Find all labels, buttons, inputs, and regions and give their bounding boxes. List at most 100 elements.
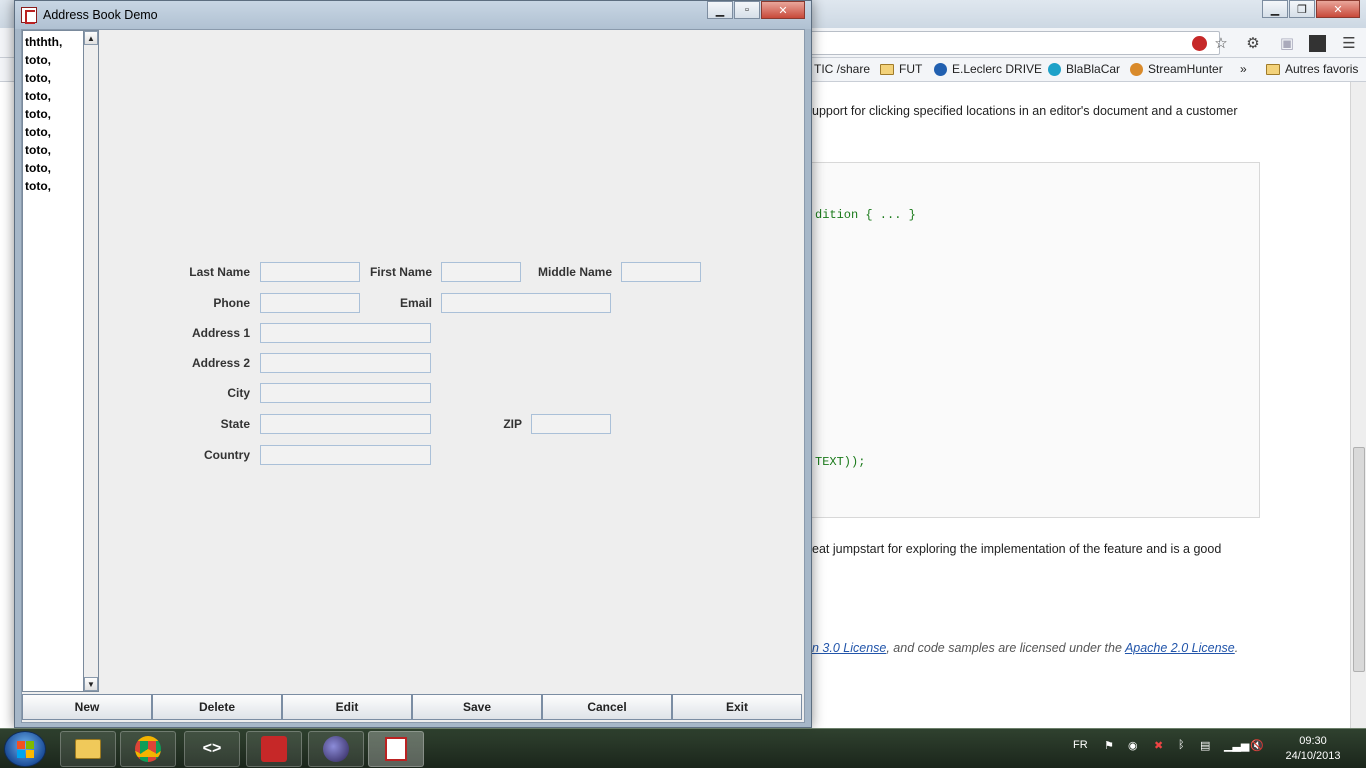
edit-button[interactable]: Edit	[282, 694, 412, 720]
address1-label: Address 1	[191, 326, 250, 340]
streamhunter-icon	[1130, 62, 1143, 76]
list-item[interactable]: toto,	[25, 125, 51, 139]
phone-label: Phone	[213, 296, 250, 310]
app-title: Address Book Demo	[43, 8, 158, 22]
new-button[interactable]: New	[22, 694, 152, 720]
settings-gear-icon[interactable]: ⚙	[1242, 32, 1264, 54]
save-button[interactable]: Save	[412, 694, 542, 720]
scroll-up-arrow-icon[interactable]: ▲	[84, 31, 98, 45]
middle-name-field[interactable]	[621, 262, 701, 282]
app-minimize-button[interactable]: ▁	[707, 1, 733, 19]
language-indicator[interactable]: FR	[1073, 739, 1088, 751]
bookmark-fut[interactable]: FUT	[880, 62, 922, 76]
page-scrollbar[interactable]	[1350, 82, 1366, 728]
tray-network-alert-icon[interactable]: ✖	[1154, 739, 1163, 752]
list-item[interactable]: toto,	[25, 107, 51, 121]
list-item[interactable]: toto,	[25, 53, 51, 67]
address-bar[interactable]	[780, 31, 1220, 55]
zip-field[interactable]	[531, 414, 611, 434]
signal-strength-icon[interactable]: ▁▃▅	[1224, 739, 1249, 752]
state-label: State	[220, 417, 250, 431]
code-sample: dition { ... } TEXT));	[808, 162, 1260, 518]
app-close-button[interactable]: ✕	[761, 1, 805, 19]
folder-icon	[1266, 63, 1280, 75]
license-link[interactable]: n 3.0 License	[812, 641, 886, 655]
bookmark-other[interactable]: Autres favoris	[1266, 62, 1358, 76]
bookmark-label: Autres favoris	[1285, 62, 1359, 76]
country-field[interactable]	[260, 445, 431, 465]
list-item[interactable]: toto,	[25, 161, 51, 175]
apache-license-link[interactable]: Apache 2.0 License	[1125, 641, 1235, 655]
bookmark-star-icon[interactable]: ☆	[1210, 32, 1232, 54]
cancel-button[interactable]: Cancel	[542, 694, 672, 720]
tray-sync-icon[interactable]: ◉	[1128, 739, 1138, 752]
delete-button[interactable]: Delete	[152, 694, 282, 720]
start-button[interactable]	[4, 731, 46, 767]
city-label: City	[227, 386, 250, 400]
zip-label: ZIP	[503, 417, 522, 431]
bookmark-streamhunter[interactable]: StreamHunter	[1130, 62, 1223, 76]
system-clock[interactable]: 09:30 24/10/2013	[1280, 734, 1346, 764]
acrobat-taskbar-button[interactable]	[246, 731, 302, 767]
acrobat-icon	[261, 736, 287, 762]
browser-window-controls: ▁ ❐ ✕	[1261, 0, 1360, 18]
eclipse-taskbar-button[interactable]	[308, 731, 364, 767]
bluetooth-icon[interactable]: ᛒ	[1178, 739, 1185, 751]
list-item[interactable]: toto,	[25, 71, 51, 85]
browser-minimize-button[interactable]: ▁	[1262, 0, 1288, 18]
taskbar: <> FR ⚑ ◉ ✖ ᛒ ▤ ▁▃▅ 🔇 09:30 24/10/2013	[0, 728, 1366, 768]
java-app-icon	[385, 737, 407, 761]
contact-list[interactable]: ththth, toto, toto, toto, toto, toto, to…	[22, 30, 84, 692]
address2-field[interactable]	[260, 353, 431, 373]
bookmark-share[interactable]: TIC /share	[814, 62, 870, 76]
clock-date: 24/10/2013	[1285, 750, 1341, 762]
bookmark-label: FUT	[899, 62, 923, 76]
code-editor-taskbar-button[interactable]: <>	[184, 731, 240, 767]
browser-maximize-button[interactable]: ❐	[1289, 0, 1315, 18]
app-icon	[21, 7, 37, 24]
eclipse-icon	[323, 736, 349, 762]
chrome-taskbar-button[interactable]	[120, 731, 176, 767]
city-field[interactable]	[260, 383, 431, 403]
browser-close-button[interactable]: ✕	[1316, 0, 1360, 18]
app-maximize-button[interactable]: ▫	[734, 1, 760, 19]
email-label: Email	[399, 296, 432, 310]
list-item[interactable]: ththth,	[25, 35, 62, 49]
bookmark-blablacar[interactable]: BlaBlaCar	[1048, 62, 1120, 76]
share-arrow-icon[interactable]	[1306, 32, 1328, 54]
app-window-controls: ▁ ▫ ✕	[706, 1, 805, 19]
list-item[interactable]: toto,	[25, 179, 51, 193]
leclerc-icon	[934, 62, 947, 76]
list-item[interactable]: toto,	[25, 89, 51, 103]
extension-icon[interactable]: ▣	[1276, 32, 1298, 54]
first-name-field[interactable]	[441, 262, 521, 282]
address1-field[interactable]	[260, 323, 431, 343]
adblock-icon[interactable]	[1188, 32, 1210, 54]
email-field[interactable]	[441, 293, 611, 313]
scrollbar-thumb[interactable]	[1353, 447, 1365, 672]
windows-logo-icon	[16, 740, 34, 758]
bookmark-label: StreamHunter	[1148, 62, 1223, 76]
code-editor-icon: <>	[202, 740, 222, 757]
state-field[interactable]	[260, 414, 431, 434]
list-scrollbar[interactable]: ▲ ▼	[83, 30, 99, 692]
exit-button[interactable]: Exit	[672, 694, 802, 720]
volume-muted-icon[interactable]: 🔇	[1250, 739, 1264, 752]
phone-field[interactable]	[260, 293, 360, 313]
menu-icon[interactable]: ☰	[1338, 32, 1360, 54]
list-item[interactable]: toto,	[25, 143, 51, 157]
bookmark-leclerc[interactable]: E.Leclerc DRIVE	[934, 62, 1042, 76]
explorer-taskbar-button[interactable]	[60, 731, 116, 767]
folder-icon	[75, 739, 101, 759]
app-titlebar[interactable]: Address Book Demo ▁ ▫ ✕	[15, 1, 811, 29]
java-app-taskbar-button[interactable]	[368, 731, 424, 767]
tray-device-icon[interactable]: ▤	[1200, 739, 1210, 752]
address-book-window: Address Book Demo ▁ ▫ ✕ ththth, toto, to…	[14, 0, 812, 728]
tray-flag-icon[interactable]: ⚑	[1104, 739, 1114, 752]
address2-label: Address 2	[191, 356, 250, 370]
bookmark-label: TIC /share	[814, 62, 871, 76]
page-paragraph: upport for clicking specified locations …	[812, 104, 1238, 118]
last-name-field[interactable]	[260, 262, 360, 282]
bookmarks-overflow-chevron[interactable]: »	[1240, 62, 1247, 76]
scroll-down-arrow-icon[interactable]: ▼	[84, 677, 98, 691]
